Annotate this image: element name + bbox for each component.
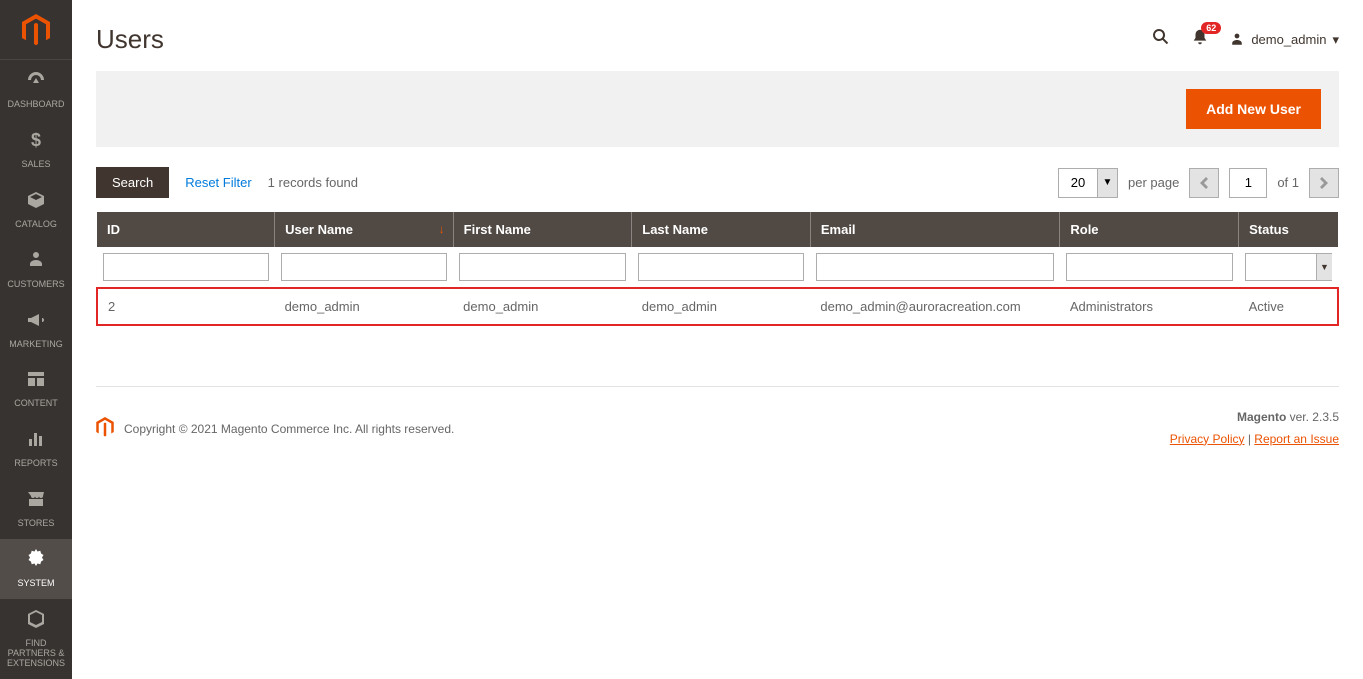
- filter-firstname-input[interactable]: [459, 253, 626, 281]
- magento-logo[interactable]: [0, 0, 72, 60]
- megaphone-icon: [26, 310, 46, 336]
- column-header-lastname[interactable]: Last Name: [632, 212, 811, 247]
- reset-filter-link[interactable]: Reset Filter: [185, 175, 251, 190]
- column-header-firstname[interactable]: First Name: [453, 212, 632, 247]
- filter-id-input[interactable]: [103, 253, 269, 281]
- main-content: Users 62 demo_admin ▾ Add New User: [72, 0, 1363, 679]
- filter-role-input[interactable]: [1066, 253, 1233, 281]
- column-header-email[interactable]: Email: [810, 212, 1060, 247]
- sidebar-item-dashboard[interactable]: DASHBOARD: [0, 60, 72, 120]
- cell-lastname: demo_admin: [632, 288, 811, 325]
- box-icon: [26, 190, 46, 216]
- dollar-icon: $: [26, 130, 46, 156]
- sidebar-label: SYSTEM: [17, 579, 54, 589]
- stores-icon: [26, 489, 46, 515]
- sidebar-label: CATALOG: [15, 220, 57, 230]
- filter-username-input[interactable]: [281, 253, 448, 281]
- version-number: ver. 2.3.5: [1286, 410, 1339, 424]
- sidebar-label: DASHBOARD: [7, 100, 64, 110]
- prev-page-button[interactable]: [1189, 168, 1219, 198]
- table-row[interactable]: 2 demo_admin demo_admin demo_admin demo_…: [97, 288, 1338, 325]
- per-page-input[interactable]: [1059, 169, 1097, 197]
- column-header-username[interactable]: User Name↓: [275, 212, 454, 247]
- filter-email-input[interactable]: [816, 253, 1054, 281]
- sort-indicator-icon: ↓: [439, 222, 445, 236]
- layout-icon: [26, 369, 46, 395]
- cell-email: demo_admin@auroracreation.com: [810, 288, 1060, 325]
- user-icon: [1229, 32, 1245, 48]
- records-found: 1 records found: [268, 175, 358, 190]
- bars-icon: [26, 429, 46, 455]
- search-icon[interactable]: [1151, 27, 1171, 52]
- search-button[interactable]: Search: [96, 167, 169, 198]
- sidebar-label: CONTENT: [14, 399, 58, 409]
- per-page-label: per page: [1128, 175, 1179, 190]
- chevron-down-icon: ▾: [1332, 32, 1339, 48]
- page-number-input[interactable]: [1229, 168, 1267, 198]
- dashboard-icon: [26, 70, 46, 96]
- notifications-icon[interactable]: 62: [1191, 28, 1209, 51]
- cell-id: 2: [97, 288, 275, 325]
- sidebar-item-stores[interactable]: STORES: [0, 479, 72, 539]
- filter-row: ▼: [97, 247, 1338, 288]
- sidebar-item-reports[interactable]: REPORTS: [0, 419, 72, 479]
- column-header-status[interactable]: Status: [1239, 212, 1338, 247]
- sidebar-item-catalog[interactable]: CATALOG: [0, 180, 72, 240]
- sidebar-item-partners[interactable]: FIND PARTNERS & EXTENSIONS: [0, 599, 72, 679]
- sidebar-label: CUSTOMERS: [7, 280, 64, 290]
- svg-text:$: $: [31, 130, 41, 150]
- page-title: Users: [96, 24, 164, 55]
- sidebar-label: SALES: [21, 160, 50, 170]
- add-new-user-button[interactable]: Add New User: [1186, 89, 1321, 129]
- sidebar-item-customers[interactable]: CUSTOMERS: [0, 240, 72, 300]
- person-icon: [26, 250, 46, 276]
- filter-lastname-input[interactable]: [638, 253, 805, 281]
- sidebar-item-marketing[interactable]: MARKETING: [0, 300, 72, 360]
- cell-status: Active: [1239, 288, 1338, 325]
- cube-icon: [26, 609, 46, 635]
- action-bar: Add New User: [96, 71, 1339, 147]
- user-menu[interactable]: demo_admin ▾: [1229, 32, 1339, 48]
- page-footer: Copyright © 2021 Magento Commerce Inc. A…: [96, 386, 1339, 450]
- sidebar-label: REPORTS: [14, 459, 57, 469]
- cell-role: Administrators: [1060, 288, 1239, 325]
- sidebar-item-system[interactable]: SYSTEM: [0, 539, 72, 599]
- user-name: demo_admin: [1251, 32, 1326, 47]
- notification-count: 62: [1201, 22, 1221, 34]
- next-page-button[interactable]: [1309, 168, 1339, 198]
- per-page-selector[interactable]: ▼: [1058, 168, 1118, 198]
- sidebar-item-sales[interactable]: $ SALES: [0, 120, 72, 180]
- magento-logo-small: [96, 417, 114, 440]
- filter-status-select[interactable]: [1245, 253, 1332, 281]
- per-page-dropdown-button[interactable]: ▼: [1097, 169, 1117, 197]
- page-total-label: of 1: [1277, 175, 1299, 190]
- report-issue-link[interactable]: Report an Issue: [1254, 432, 1339, 446]
- sidebar-label: STORES: [18, 519, 55, 529]
- copyright-text: Copyright © 2021 Magento Commerce Inc. A…: [124, 422, 454, 436]
- sidebar-label: FIND PARTNERS & EXTENSIONS: [4, 639, 68, 669]
- gear-icon: [26, 549, 46, 575]
- sidebar-item-content[interactable]: CONTENT: [0, 359, 72, 419]
- cell-firstname: demo_admin: [453, 288, 632, 325]
- privacy-policy-link[interactable]: Privacy Policy: [1170, 432, 1245, 446]
- sidebar-label: MARKETING: [9, 340, 63, 350]
- users-table: ID User Name↓ First Name Last Name Email…: [96, 212, 1339, 326]
- version-label: Magento: [1237, 410, 1286, 424]
- column-header-role[interactable]: Role: [1060, 212, 1239, 247]
- cell-username: demo_admin: [275, 288, 454, 325]
- column-header-id[interactable]: ID: [97, 212, 275, 247]
- admin-sidebar: DASHBOARD $ SALES CATALOG CUSTOMERS MARK…: [0, 0, 72, 679]
